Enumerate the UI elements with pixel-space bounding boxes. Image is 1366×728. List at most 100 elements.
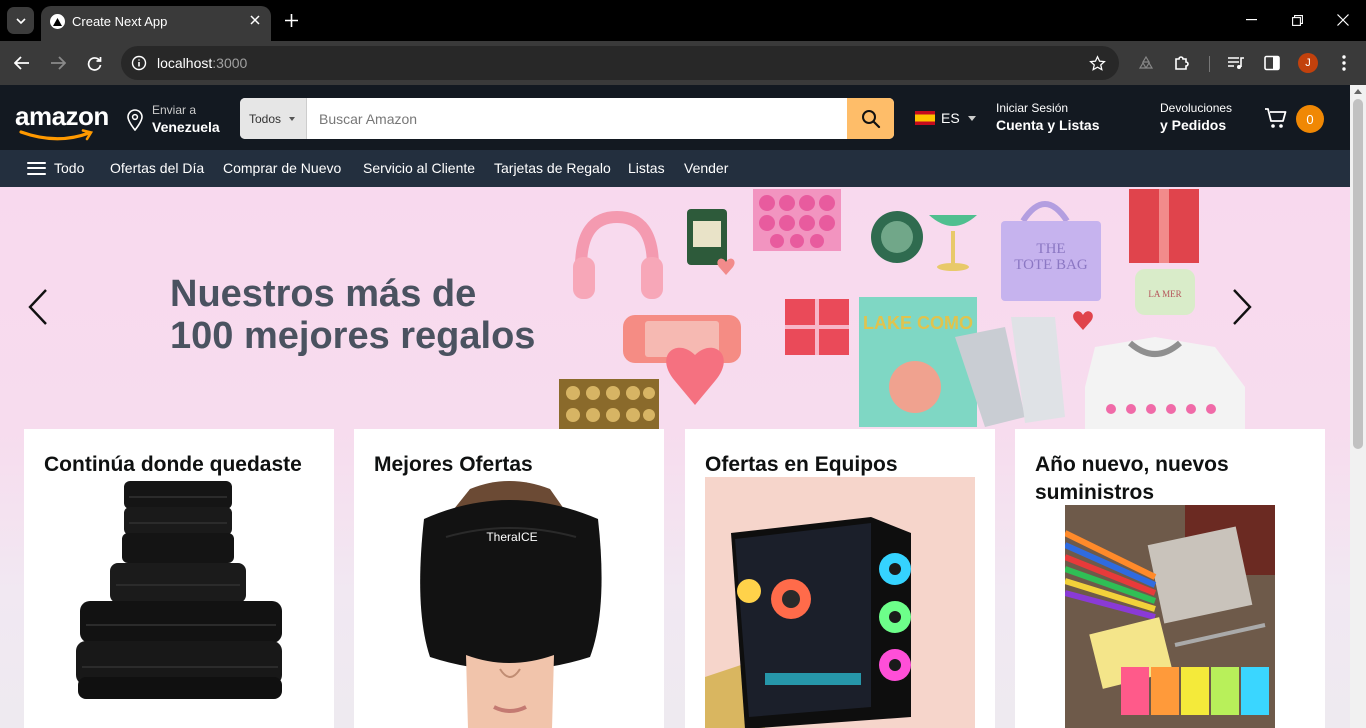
nextjs-favicon-icon xyxy=(50,14,65,29)
reload-button[interactable] xyxy=(82,51,106,75)
nav-item-sell[interactable]: Vender xyxy=(684,160,728,176)
returns-orders[interactable]: Devoluciones y Pedidos xyxy=(1160,101,1232,133)
nav-item-lists[interactable]: Listas xyxy=(628,160,665,176)
chevron-down-icon xyxy=(15,17,26,24)
sub-navigation: Todo Ofertas del Día Comprar de Nuevo Se… xyxy=(0,150,1350,187)
deliver-country: Venezuela xyxy=(152,119,220,135)
hero-line2: 100 mejores regalos xyxy=(170,315,536,357)
nav-item-gift-cards[interactable]: Tarjetas de Regalo xyxy=(494,160,611,176)
card-title: Continúa donde quedaste xyxy=(44,453,302,476)
address-bar[interactable]: localhost:3000 xyxy=(121,46,1119,80)
therapy-head-wrap-image: TheraICE xyxy=(420,481,602,728)
nav-all-label: Todo xyxy=(54,160,85,176)
nav-all-menu[interactable]: Todo xyxy=(27,160,84,176)
caret-down-icon xyxy=(289,116,296,121)
nav-item-customer-service[interactable]: Servicio al Cliente xyxy=(363,160,475,176)
card-title: Año nuevo, nuevos suministros xyxy=(1035,453,1229,504)
product-card[interactable]: Ofertas en Equipos xyxy=(685,429,995,728)
extensions-puzzle-icon[interactable] xyxy=(1171,52,1193,74)
arrow-right-icon xyxy=(51,56,66,70)
school-supplies-image xyxy=(1065,505,1275,728)
tote-bag-image xyxy=(1020,201,1070,223)
carousel-prev-arrow-icon[interactable] xyxy=(26,287,54,327)
toolbar-separator xyxy=(1209,56,1210,72)
account-lists[interactable]: Iniciar Sesión Cuenta y Listas xyxy=(996,101,1099,133)
nav-item-buy-again[interactable]: Comprar de Nuevo xyxy=(223,160,341,176)
black-towels-image xyxy=(76,481,282,699)
recycle-extension-icon[interactable] xyxy=(1135,52,1157,74)
minimize-button[interactable] xyxy=(1241,10,1261,30)
url-port: :3000 xyxy=(212,55,248,71)
orders-line1: Devoluciones xyxy=(1160,101,1233,115)
page-scrollbar[interactable] xyxy=(1350,85,1366,728)
deliver-label: Enviar a xyxy=(152,103,197,117)
card-title: Mejores Ofertas xyxy=(374,453,533,476)
search-category-select[interactable]: Todos xyxy=(240,98,307,139)
svg-text:TOTE BAG: TOTE BAG xyxy=(1014,257,1088,273)
svg-text:LA MER: LA MER xyxy=(1148,289,1181,299)
back-button[interactable] xyxy=(10,51,34,75)
browser-tabbar: Create Next App xyxy=(0,0,1366,41)
arrow-left-icon xyxy=(14,56,29,70)
side-panel-icon[interactable] xyxy=(1261,52,1283,74)
scroll-up-arrow-icon[interactable] xyxy=(1354,89,1362,94)
search-icon xyxy=(861,109,880,128)
account-line1: Iniciar Sesión xyxy=(996,101,1069,115)
orders-line2: y Pedidos xyxy=(1160,117,1227,133)
account-line2: Cuenta y Listas xyxy=(996,117,1100,133)
new-tab-button[interactable] xyxy=(281,10,301,30)
nav-item-deals[interactable]: Ofertas del Día xyxy=(110,160,204,176)
search-input[interactable] xyxy=(307,98,847,139)
plus-icon xyxy=(284,13,298,27)
carousel-next-arrow-icon[interactable] xyxy=(1226,287,1254,327)
tab-title: Create Next App xyxy=(72,14,168,29)
page-viewport: amazon Enviar a Venezuela Todos Buscar A… xyxy=(0,85,1366,728)
browser-toolbar: localhost:3000 J xyxy=(0,41,1366,85)
location-pin-icon xyxy=(127,109,143,131)
browser-tab-active[interactable]: Create Next App xyxy=(41,6,271,41)
cart-count-badge[interactable]: 0 xyxy=(1296,105,1324,133)
site-info-icon[interactable] xyxy=(129,53,149,73)
cart-icon[interactable] xyxy=(1263,105,1289,131)
hamburger-menu-icon xyxy=(27,161,46,175)
product-card[interactable]: Mejores Ofertas TheraICE xyxy=(354,429,664,728)
minimize-icon xyxy=(1245,19,1257,21)
profile-avatar[interactable]: J xyxy=(1298,53,1318,73)
tab-search-button[interactable] xyxy=(7,7,34,34)
reload-icon xyxy=(87,56,101,71)
cocktail-glass-image xyxy=(929,215,977,226)
svg-text:TheraICE: TheraICE xyxy=(486,530,537,544)
close-tab-icon[interactable] xyxy=(247,12,263,28)
restore-button[interactable] xyxy=(1287,10,1307,30)
scrollbar-thumb[interactable] xyxy=(1353,99,1363,449)
language-selector[interactable]: ES xyxy=(915,110,976,126)
url-host: localhost xyxy=(157,55,213,71)
svg-text:LAKE COMO: LAKE COMO xyxy=(863,313,973,333)
product-card[interactable]: Continúa donde quedaste xyxy=(24,429,334,728)
browser-menu-icon[interactable] xyxy=(1333,52,1355,74)
hero-line1: Nuestros más de xyxy=(170,273,477,315)
search-button[interactable] xyxy=(847,98,894,139)
close-icon xyxy=(1337,14,1349,26)
amazon-header: amazon Enviar a Venezuela Todos Buscar A… xyxy=(0,85,1350,150)
smile-arrow-icon xyxy=(19,129,94,141)
amazon-logo[interactable]: amazon xyxy=(15,101,109,141)
logo-text: amazon xyxy=(15,101,109,131)
search-category-label: Todos xyxy=(249,111,282,126)
hero-headline: Nuestros más de 100 mejores regalos xyxy=(170,273,535,357)
caret-down-icon xyxy=(967,115,976,121)
close-window-button[interactable] xyxy=(1333,10,1353,30)
spain-flag-icon xyxy=(915,111,935,125)
heart-box-image xyxy=(666,347,724,405)
headphones-image xyxy=(573,210,663,299)
hero-carousel: Nuestros más de 100 mejores regalos THE … xyxy=(0,187,1350,728)
url-text: localhost:3000 xyxy=(157,55,247,71)
media-queue-icon[interactable] xyxy=(1225,52,1247,74)
language-label: ES xyxy=(941,110,960,126)
gift-products-illustration: THE TOTE BAG LA MER LAKE COMO xyxy=(559,189,1245,430)
product-card[interactable]: Año nuevo, nuevos suministros xyxy=(1015,429,1325,728)
svg-text:THE: THE xyxy=(1036,241,1065,257)
gaming-pc-case-image xyxy=(705,477,975,728)
forward-button[interactable] xyxy=(46,51,70,75)
bookmark-star-icon[interactable] xyxy=(1087,53,1107,73)
